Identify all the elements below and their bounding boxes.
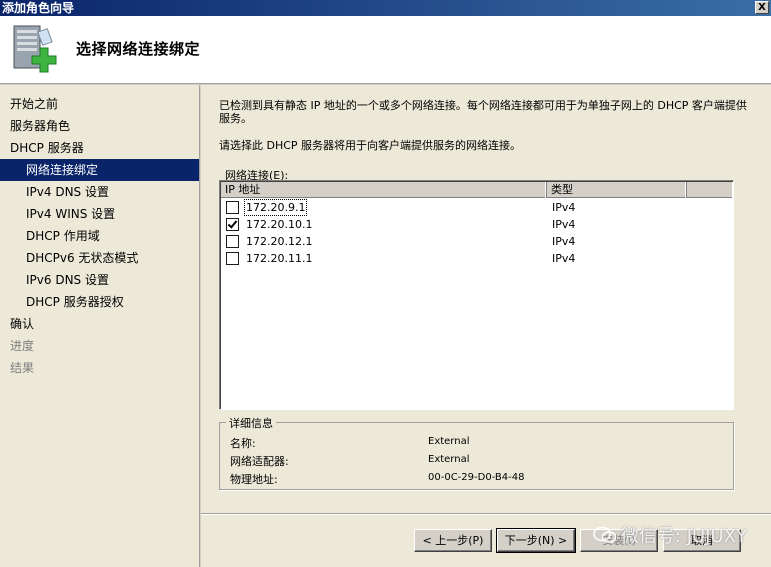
sidebar-item-progress: 进度 <box>10 339 35 353</box>
window-title: 添加角色向导 <box>2 1 75 15</box>
row-ip: 172.20.11.1 <box>246 252 313 265</box>
row-ip: 172.20.12.1 <box>246 235 313 248</box>
row-ip: 172.20.9.1 <box>243 199 308 216</box>
table-row[interactable]: 172.20.12.1 IPv4 <box>221 233 732 250</box>
row-type: IPv4 <box>552 235 576 248</box>
sidebar-item-dhcp-authorization[interactable]: DHCP 服务器授权 <box>0 291 199 313</box>
table-row[interactable]: 172.20.11.1 IPv4 <box>221 250 732 267</box>
column-header-filler <box>687 182 732 198</box>
server-add-icon <box>13 25 57 73</box>
sidebar-item-before-you-begin[interactable]: 开始之前 <box>0 93 199 115</box>
table-row[interactable]: 172.20.10.1 IPv4 <box>221 216 732 233</box>
close-button[interactable]: X <box>755 1 769 14</box>
column-header-type[interactable]: 类型 <box>547 182 687 198</box>
detail-adapter-value: External <box>428 454 470 465</box>
previous-button[interactable]: < 上一步(P) <box>414 529 492 552</box>
row-checkbox[interactable] <box>226 235 239 248</box>
details-groupbox: 详细信息 名称: External 网络适配器: External 物理地址: … <box>219 415 734 490</box>
column-header-ip[interactable]: IP 地址 <box>221 182 547 198</box>
row-type: IPv4 <box>552 218 576 231</box>
sidebar-item-dhcpv6-stateless[interactable]: DHCPv6 无状态模式 <box>0 247 199 269</box>
detail-name-value: External <box>428 436 470 447</box>
row-checkbox[interactable] <box>226 201 239 214</box>
sidebar-item-ipv4-dns[interactable]: IPv4 DNS 设置 <box>0 181 199 203</box>
network-connections-list[interactable]: IP 地址 类型 172.20.9.1 IPv4 172.20.10.1 IPv… <box>219 180 734 410</box>
sidebar-item-dhcp-server[interactable]: DHCP 服务器 <box>0 137 199 159</box>
sidebar-item-results: 结果 <box>10 361 35 375</box>
sidebar-item-server-roles[interactable]: 服务器角色 <box>0 115 199 137</box>
sidebar-item-dhcp-scopes[interactable]: DHCP 作用域 <box>0 225 199 247</box>
sidebar-item-ipv4-wins[interactable]: IPv4 WINS 设置 <box>0 203 199 225</box>
wizard-sidebar: 开始之前 服务器角色 DHCP 服务器 网络连接绑定 IPv4 DNS 设置 I… <box>0 85 200 567</box>
row-type: IPv4 <box>552 252 576 265</box>
intro-text: 已检测到具有静态 IP 地址的一个或多个网络连接。每个网络连接都可用于为单独子网… <box>219 99 747 125</box>
wizard-header: 选择网络连接绑定 <box>0 16 771 84</box>
footer-separator <box>201 513 771 515</box>
detail-adapter-label: 网络适配器: <box>230 455 289 468</box>
window-titlebar: 添加角色向导 X <box>0 0 771 16</box>
row-checkbox[interactable] <box>226 218 239 231</box>
instruction-text: 请选择此 DHCP 服务器将用于向客户端提供服务的网络连接。 <box>219 139 522 152</box>
detail-name-label: 名称: <box>230 437 256 450</box>
row-type: IPv4 <box>552 201 576 214</box>
details-legend: 详细信息 <box>226 415 276 431</box>
sidebar-item-ipv6-dns[interactable]: IPv6 DNS 设置 <box>0 269 199 291</box>
next-button[interactable]: 下一步(N) > <box>496 528 576 553</box>
detail-mac-label: 物理地址: <box>230 473 278 486</box>
row-checkbox[interactable] <box>226 252 239 265</box>
list-header: IP 地址 类型 <box>221 182 732 198</box>
cancel-button[interactable]: 取消 <box>663 529 741 552</box>
table-row[interactable]: 172.20.9.1 IPv4 <box>221 199 732 216</box>
sidebar-item-network-binding[interactable]: 网络连接绑定 <box>0 159 199 181</box>
sidebar-item-confirmation[interactable]: 确认 <box>0 313 199 335</box>
page-title: 选择网络连接绑定 <box>76 40 201 58</box>
install-button[interactable]: 安装(I) <box>580 529 658 552</box>
wizard-content: 已检测到具有静态 IP 地址的一个或多个网络连接。每个网络连接都可用于为单独子网… <box>201 85 771 567</box>
checkmark-icon <box>227 218 238 229</box>
row-ip: 172.20.10.1 <box>246 218 313 231</box>
detail-mac-value: 00-0C-29-D0-B4-48 <box>428 472 525 483</box>
